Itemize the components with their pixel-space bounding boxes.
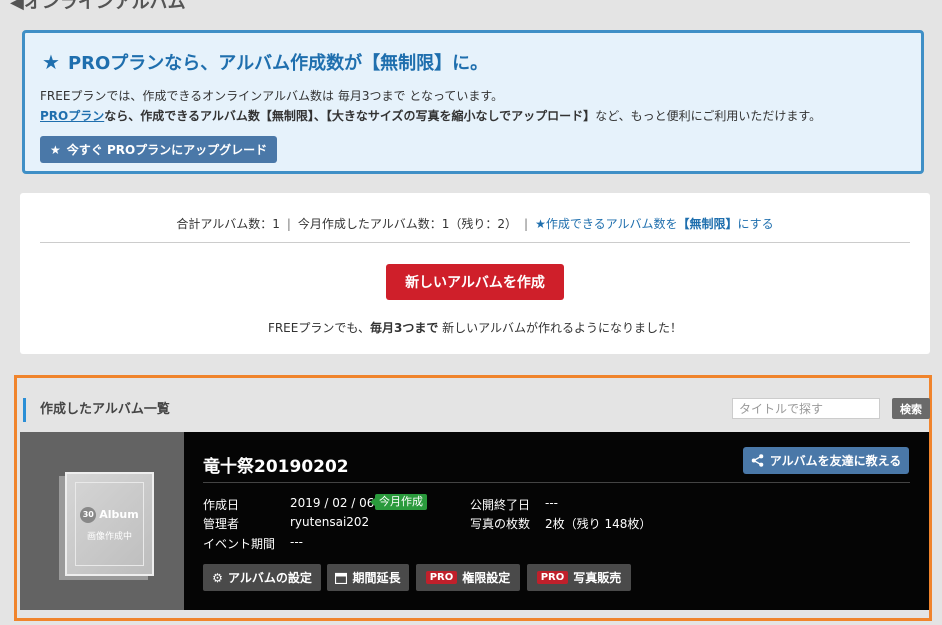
permission-settings-button[interactable]: PRO 権限設定: [416, 564, 520, 591]
album-card: 30 Album 画像作成中 竜十祭20190202 アルバムを友達に教える 作成…: [20, 432, 929, 610]
divider: [203, 482, 910, 483]
album-summary-panel: 合計アルバム数：1 | 今月作成したアルバム数：1（残り：2） | ★作成できるアルバム…: [20, 193, 930, 354]
public-end-label: 公開終了日: [470, 498, 531, 512]
pro-plan-link[interactable]: PROプラン: [40, 109, 104, 123]
thumbnail-status: 画像作成中: [86, 531, 132, 542]
photo-sales-button[interactable]: PRO 写真販売: [527, 564, 631, 591]
this-month-badge: 今月作成: [370, 494, 427, 510]
share-icon: [751, 454, 764, 467]
calendar-icon: [335, 572, 348, 584]
album-count-line: 合計アルバム数：1 | 今月作成したアルバム数：1（残り：2） | ★作成できるアルバム…: [176, 217, 774, 231]
search-button[interactable]: 検索: [892, 398, 930, 419]
created-date-label: 作成日: [203, 498, 240, 512]
gear-icon: ⚙: [212, 570, 223, 585]
star-icon: ★: [50, 142, 61, 157]
upgrade-button[interactable]: ★ 今すぐ PROプランにアップグレード: [40, 136, 278, 163]
album-search-input[interactable]: [732, 398, 880, 419]
back-arrow-icon[interactable]: ◀: [10, 0, 24, 13]
album-settings-button[interactable]: ⚙ アルバムの設定: [203, 564, 321, 591]
monthly-album-count: 今月作成したアルバム数：1（残り：2）: [297, 217, 518, 231]
star-icon: ★: [42, 50, 60, 74]
public-end-value: ---: [545, 496, 558, 510]
pro-banner-text: FREEプランでは、作成できるオンラインアルバム数は 毎月3つまで となっていま…: [40, 89, 504, 103]
manager-label: 管理者: [203, 517, 240, 531]
album-list-heading: 作成したアルバム一覧: [23, 398, 170, 422]
divider: [40, 242, 910, 243]
created-date-value: 2019 / 02 / 06: [290, 496, 375, 510]
album-thumbnail[interactable]: 30 Album 画像作成中: [20, 432, 184, 610]
pro-badge: PRO: [425, 571, 458, 584]
album-cover-image: 30 Album 画像作成中: [65, 472, 154, 576]
share-album-button[interactable]: アルバムを友達に教える: [743, 447, 909, 474]
event-period-label: イベント期間: [203, 537, 276, 551]
photo-count-label: 写真の枚数: [470, 517, 531, 531]
pro-banner-benefits: PROプランなら、作成できるアルバム数【無制限】、【大きなサイズの写真を縮小なし…: [40, 109, 822, 123]
unlimited-albums-link[interactable]: ★作成できるアルバム数を【無制限】にする: [535, 217, 774, 231]
album-title[interactable]: 竜十祭20190202: [203, 452, 349, 477]
extend-period-button[interactable]: 期間延長: [327, 564, 409, 591]
pro-badge: PRO: [536, 571, 569, 584]
pro-plan-banner: ★ PROプランなら、アルバム作成数が【無制限】に。 FREEプランでは、作成でき…: [22, 30, 924, 174]
star-icon: ★: [535, 217, 546, 231]
event-period-value: ---: [290, 535, 303, 549]
album-logo: 30 Album: [80, 506, 139, 523]
pro-banner-title: ★ PROプランなら、アルバム作成数が【無制限】に。: [42, 50, 489, 74]
album-list-section: 作成したアルバム一覧 検索 30Album 画像作成中 竜十祭20190202 …: [14, 375, 932, 621]
manager-value: ryutensai202: [290, 515, 370, 529]
free-plan-note: FREEプランでも、毎月3つまで 新しいアルバムが作れるようになりました！: [267, 321, 683, 335]
page-title: ◀オンラインアルバム: [10, 0, 186, 14]
create-album-button[interactable]: 新しいアルバムを作成: [386, 264, 564, 300]
total-album-count: 合計アルバム数：1: [176, 217, 280, 231]
photo-count-value: 2枚（残り 148枚）: [545, 517, 652, 531]
